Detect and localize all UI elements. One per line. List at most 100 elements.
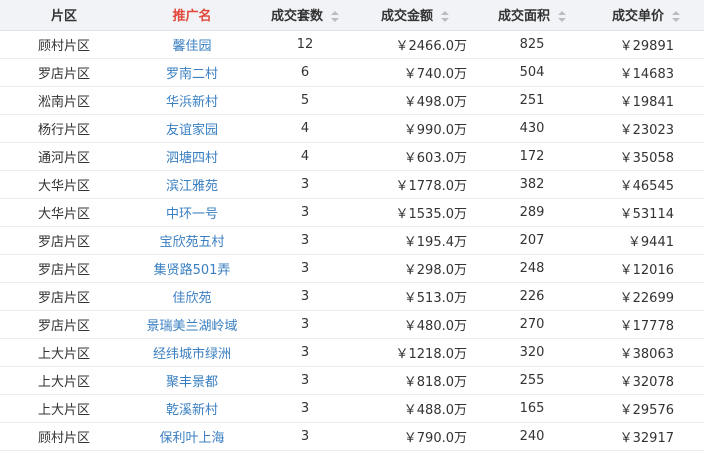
cell-area: 270: [476, 310, 588, 339]
col-header-name[interactable]: 推广名: [128, 0, 256, 31]
table-row: 罗店片区 佳欣苑 3 ￥513.0万 226 ￥22699: [0, 282, 704, 311]
cell-area: 825: [476, 30, 588, 59]
community-link[interactable]: 佳欣苑: [128, 282, 256, 311]
cell-amount: ￥818.0万: [354, 366, 476, 395]
cell-count: 3: [256, 338, 354, 367]
table-row: 罗店片区 罗南二村 6 ￥740.0万 504 ￥14683: [0, 58, 704, 87]
col-header-price[interactable]: 成交单价: [588, 0, 704, 31]
community-link[interactable]: 友谊家园: [128, 114, 256, 143]
cell-amount: ￥195.4万: [354, 226, 476, 255]
cell-count: 4: [256, 114, 354, 143]
cell-district: 罗店片区: [0, 310, 128, 339]
cell-district: 顾村片区: [0, 30, 128, 59]
community-link[interactable]: 华浜新村: [128, 86, 256, 115]
cell-district: 罗店片区: [0, 58, 128, 87]
cell-area: 504: [476, 58, 588, 87]
community-link[interactable]: 集贤路501弄: [128, 254, 256, 283]
col-header-amount[interactable]: 成交金额: [354, 0, 476, 31]
cell-price: ￥29576: [588, 394, 704, 423]
cell-amount: ￥480.0万: [354, 310, 476, 339]
cell-price: ￥29891: [588, 30, 704, 59]
col-header-area[interactable]: 成交面积: [476, 0, 588, 31]
table-row: 淞南片区 华浜新村 5 ￥498.0万 251 ￥19841: [0, 86, 704, 115]
cell-amount: ￥740.0万: [354, 58, 476, 87]
cell-price: ￥23023: [588, 114, 704, 143]
cell-district: 罗店片区: [0, 282, 128, 311]
sort-icon[interactable]: [331, 11, 339, 23]
table-row: 上大片区 经纬城市绿洲 3 ￥1218.0万 320 ￥38063: [0, 338, 704, 367]
table-row: 上大片区 乾溪新村 3 ￥488.0万 165 ￥29576: [0, 394, 704, 423]
cell-price: ￥9441: [588, 226, 704, 255]
sort-icon[interactable]: [558, 11, 566, 23]
cell-amount: ￥2466.0万: [354, 30, 476, 59]
community-link[interactable]: 保利叶上海: [128, 422, 256, 451]
cell-price: ￥22699: [588, 282, 704, 311]
cell-price: ￥46545: [588, 170, 704, 199]
cell-amount: ￥1218.0万: [354, 338, 476, 367]
cell-amount: ￥1535.0万: [354, 198, 476, 227]
cell-price: ￥53114: [588, 198, 704, 227]
cell-district: 顾村片区: [0, 422, 128, 451]
community-link[interactable]: 景瑞美兰湖岭域: [128, 310, 256, 339]
cell-price: ￥12016: [588, 254, 704, 283]
cell-count: 3: [256, 170, 354, 199]
cell-area: 172: [476, 142, 588, 171]
table-row: 顾村片区 保利叶上海 3 ￥790.0万 240 ￥32917: [0, 422, 704, 451]
community-link[interactable]: 馨佳园: [128, 30, 256, 59]
col-header-count[interactable]: 成交套数: [256, 0, 354, 31]
cell-district: 罗店片区: [0, 226, 128, 255]
cell-district: 杨行片区: [0, 114, 128, 143]
table-row: 通河片区 泗塘四村 4 ￥603.0万 172 ￥35058: [0, 142, 704, 171]
cell-price: ￥32078: [588, 366, 704, 395]
table-body: 顾村片区 馨佳园 12 ￥2466.0万 825 ￥29891 罗店片区 罗南二村 6 ￥740.…: [0, 30, 704, 451]
sort-icon[interactable]: [672, 11, 680, 23]
cell-count: 6: [256, 58, 354, 87]
cell-amount: ￥513.0万: [354, 282, 476, 311]
table-header-row: 片区 推广名 成交套数 成交金额 成交面积 成交单价: [0, 0, 704, 31]
cell-amount: ￥488.0万: [354, 394, 476, 423]
table-row: 上大片区 聚丰景都 3 ￥818.0万 255 ￥32078: [0, 366, 704, 395]
cell-price: ￥32917: [588, 422, 704, 451]
table-row: 大华片区 滨江雅苑 3 ￥1778.0万 382 ￥46545: [0, 170, 704, 199]
cell-district: 通河片区: [0, 142, 128, 171]
community-link[interactable]: 滨江雅苑: [128, 170, 256, 199]
cell-district: 淞南片区: [0, 86, 128, 115]
sort-icon[interactable]: [441, 11, 449, 23]
cell-amount: ￥990.0万: [354, 114, 476, 143]
cell-count: 3: [256, 366, 354, 395]
cell-area: 248: [476, 254, 588, 283]
table-row: 罗店片区 集贤路501弄 3 ￥298.0万 248 ￥12016: [0, 254, 704, 283]
cell-count: 3: [256, 282, 354, 311]
cell-district: 上大片区: [0, 338, 128, 367]
community-link[interactable]: 乾溪新村: [128, 394, 256, 423]
table-row: 罗店片区 景瑞美兰湖岭域 3 ￥480.0万 270 ￥17778: [0, 310, 704, 339]
cell-area: 226: [476, 282, 588, 311]
community-link[interactable]: 宝欣苑五村: [128, 226, 256, 255]
cell-count: 3: [256, 198, 354, 227]
community-link[interactable]: 泗塘四村: [128, 142, 256, 171]
cell-district: 上大片区: [0, 366, 128, 395]
table-row: 大华片区 中环一号 3 ￥1535.0万 289 ￥53114: [0, 198, 704, 227]
cell-count: 12: [256, 30, 354, 59]
cell-district: 大华片区: [0, 170, 128, 199]
cell-area: 430: [476, 114, 588, 143]
cell-price: ￥35058: [588, 142, 704, 171]
cell-district: 大华片区: [0, 198, 128, 227]
cell-count: 3: [256, 310, 354, 339]
cell-price: ￥17778: [588, 310, 704, 339]
cell-amount: ￥603.0万: [354, 142, 476, 171]
cell-area: 240: [476, 422, 588, 451]
cell-area: 165: [476, 394, 588, 423]
community-link[interactable]: 罗南二村: [128, 58, 256, 87]
cell-area: 255: [476, 366, 588, 395]
transactions-table: 片区 推广名 成交套数 成交金额 成交面积 成交单价 顾村片区 馨佳园 12 ￥246…: [0, 0, 704, 451]
cell-price: ￥38063: [588, 338, 704, 367]
community-link[interactable]: 聚丰景都: [128, 366, 256, 395]
cell-area: 207: [476, 226, 588, 255]
table-row: 杨行片区 友谊家园 4 ￥990.0万 430 ￥23023: [0, 114, 704, 143]
community-link[interactable]: 中环一号: [128, 198, 256, 227]
cell-count: 3: [256, 394, 354, 423]
cell-count: 4: [256, 142, 354, 171]
cell-count: 3: [256, 226, 354, 255]
community-link[interactable]: 经纬城市绿洲: [128, 338, 256, 367]
